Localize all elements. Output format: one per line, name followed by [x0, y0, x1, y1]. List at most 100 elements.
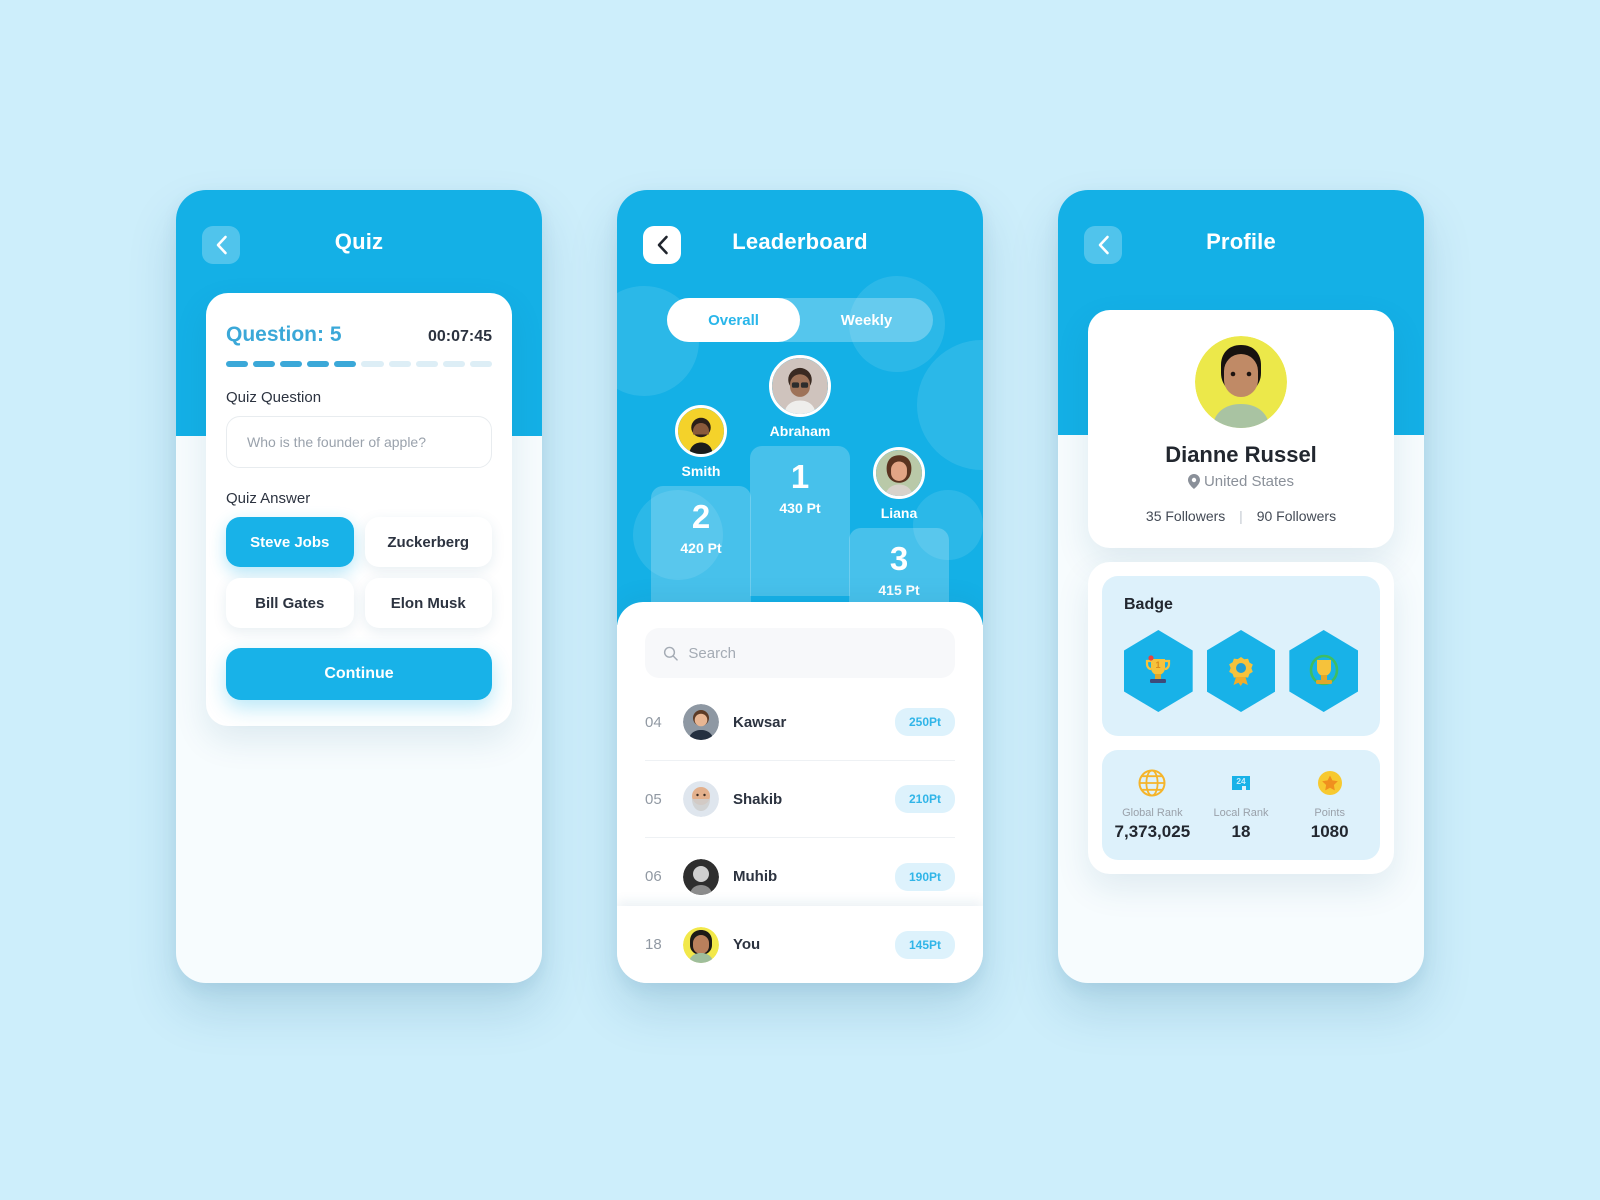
quiz-question-input[interactable]: [226, 416, 492, 468]
podium-points: 430 Pt: [779, 500, 821, 516]
continue-button[interactable]: Continue: [226, 648, 492, 700]
profile-header-bar: Profile: [1058, 190, 1424, 294]
podium-bar: 2 420 Pt: [651, 486, 751, 606]
progress-segment: [415, 361, 438, 367]
table-row[interactable]: 05 Shakib 210Pt: [645, 761, 955, 838]
progress-segment: [307, 361, 330, 367]
avatar-you-icon: [683, 926, 719, 963]
star-icon-svg: [1317, 771, 1342, 795]
stat-label: Global Rank: [1122, 807, 1183, 819]
back-button[interactable]: [643, 226, 681, 264]
podium-points: 415 Pt: [878, 582, 920, 598]
chevron-left-icon: [657, 235, 668, 255]
podium: Smith 2 420 Pt Abraham 1 430 Pt Liana 3 …: [617, 355, 983, 628]
profile-location: United States: [1108, 473, 1374, 490]
answer-option-steve-jobs[interactable]: Steve Jobs: [226, 517, 354, 567]
badge-list: 1: [1124, 630, 1359, 712]
badge-trophy-globe-icon[interactable]: [1289, 630, 1359, 712]
star-icon: [1285, 766, 1374, 800]
leaderboard-screen: Leaderboard Overall Weekly Smith 2 420 P…: [617, 190, 983, 983]
answer-options: Steve Jobs Zuckerberg Bill Gates Elon Mu…: [226, 517, 492, 628]
badge-stats-card: Badge 1 Global Rank 7,373,025 24 Local R…: [1088, 562, 1394, 874]
back-button[interactable]: [1084, 226, 1122, 264]
avatar-shakib-icon: [683, 781, 719, 817]
profile-followers: 35 Followers | 90 Followers: [1108, 508, 1374, 524]
stat-label: Local Rank: [1213, 807, 1269, 819]
question-header: Question: 5 00:07:45: [226, 323, 492, 347]
row-rank: 18: [645, 936, 662, 953]
podium-points: 420 Pt: [680, 540, 722, 556]
search-icon: [663, 646, 678, 661]
globe-icon-svg: [1138, 769, 1166, 797]
quiz-screen: Quiz Question: 5 00:07:45 Quiz Question: [176, 190, 542, 983]
progress-bar: [226, 361, 492, 367]
followers-left: 35 Followers: [1145, 508, 1226, 524]
podium-place-2[interactable]: Smith 2 420 Pt: [651, 405, 751, 606]
stat-points: Points 1080: [1285, 766, 1374, 842]
podium-name: Liana: [880, 505, 918, 521]
badge-trophy-icon[interactable]: 1: [1124, 630, 1193, 712]
globe-icon: [1108, 766, 1197, 800]
progress-segment: [442, 361, 465, 367]
avatar-smith-icon: [678, 408, 724, 454]
tab-weekly[interactable]: Weekly: [800, 298, 933, 342]
table-row[interactable]: 06 Muhib 190Pt: [645, 838, 955, 906]
chevron-left-icon: [1098, 235, 1109, 255]
avatar: [683, 926, 719, 963]
answer-option-elon-musk[interactable]: Elon Musk: [364, 578, 492, 628]
avatar-liana-icon: [876, 450, 922, 496]
badge-medal-icon[interactable]: [1206, 630, 1276, 712]
tab-overall[interactable]: Overall: [667, 298, 800, 342]
trophy-icon: 1: [1146, 655, 1171, 683]
stat-value: 1080: [1310, 822, 1349, 841]
back-button[interactable]: [202, 226, 240, 264]
leaderboard-sheet: 04 Kawsar 250Pt 05: [617, 602, 983, 983]
quiz-header-bar: Quiz: [176, 190, 542, 294]
avatar: [675, 405, 727, 457]
location-pin-icon: [1187, 474, 1200, 489]
row-name: Muhib: [733, 868, 778, 885]
search-field[interactable]: [645, 628, 955, 678]
svg-text:1: 1: [1156, 660, 1161, 670]
screens-stage: Quiz Question: 5 00:07:45 Quiz Question: [0, 0, 1600, 1200]
leaderboard-list: 04 Kawsar 250Pt 05 Shakib 210Pt 06 Muhib…: [617, 684, 983, 906]
progress-segment: [469, 361, 492, 367]
progress-segment: [226, 361, 249, 367]
profile-card: Dianne Russel United States 35 Followers…: [1088, 310, 1394, 548]
table-row[interactable]: 04 Kawsar 250Pt: [645, 684, 955, 761]
row-rank: 06: [645, 868, 662, 885]
search-input[interactable]: [688, 644, 937, 662]
followers-separator: |: [1239, 508, 1243, 524]
chevron-left-icon: [216, 235, 227, 255]
badge-section: Badge 1: [1102, 576, 1380, 736]
answer-option-zuckerberg[interactable]: Zuckerberg: [364, 517, 492, 567]
stat-local-rank: 24 Local Rank 18: [1197, 766, 1286, 842]
stat-label: Points: [1314, 807, 1345, 819]
row-name: Shakib: [733, 790, 783, 808]
current-user-row[interactable]: 18 You 145Pt: [617, 906, 983, 983]
podium-rank: 1: [790, 458, 810, 495]
progress-segment: [253, 361, 276, 367]
podium-rank: 3: [889, 540, 909, 577]
answer-option-bill-gates[interactable]: Bill Gates: [226, 578, 354, 628]
podium-name: Smith: [681, 463, 721, 479]
podium-place-3[interactable]: Liana 3 415 Pt: [849, 447, 949, 628]
avatar-muhib-icon: [683, 858, 719, 895]
quiz-card: Question: 5 00:07:45 Quiz Question Quiz …: [206, 293, 512, 726]
avatar: [1195, 336, 1287, 428]
stat-global-rank: Global Rank 7,373,025: [1108, 766, 1197, 842]
progress-segment: [280, 361, 303, 367]
row-rank: 04: [645, 713, 662, 731]
progress-segment: [334, 361, 357, 367]
table-row[interactable]: 18 You 145Pt: [645, 906, 955, 983]
avatar: [769, 355, 831, 417]
podium-place-1[interactable]: Abraham 1 430 Pt: [750, 355, 850, 596]
trophy-globe-icon: [1309, 654, 1338, 686]
quiz-timer: 00:07:45: [427, 328, 492, 345]
row-points: 210Pt: [894, 785, 955, 813]
svg-text:24: 24: [1236, 776, 1246, 786]
stat-value: 7,373,025: [1114, 822, 1191, 841]
profile-location-text: United States: [1203, 473, 1295, 490]
quiz-answer-label: Quiz Answer: [226, 490, 311, 507]
avatar: [683, 781, 719, 817]
